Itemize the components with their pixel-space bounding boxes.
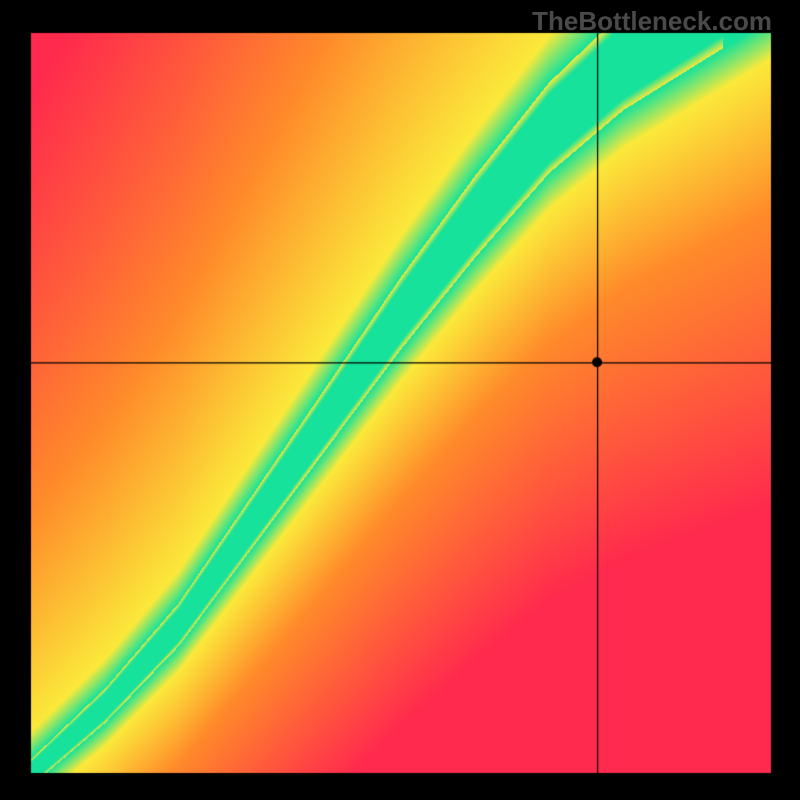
heatmap-canvas: [0, 0, 800, 800]
chart-container: TheBottleneck.com: [0, 0, 800, 800]
watermark-text: TheBottleneck.com: [532, 6, 772, 37]
